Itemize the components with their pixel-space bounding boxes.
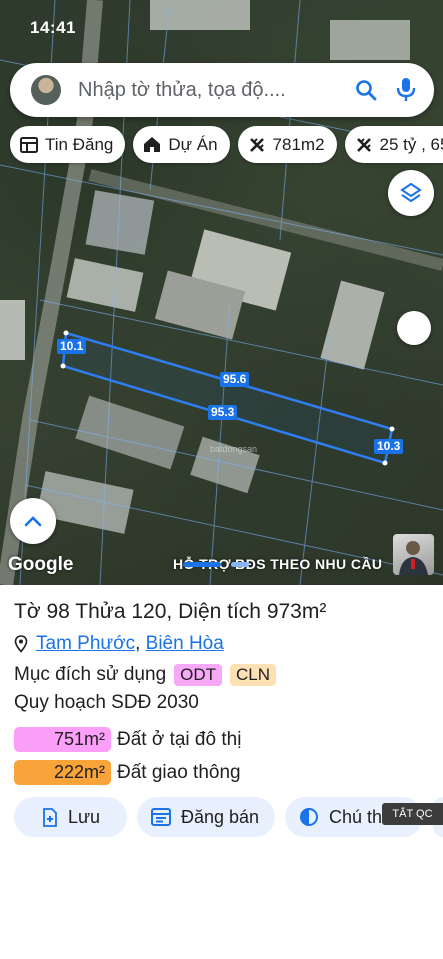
thua-label: Thửa <box>75 600 126 623</box>
chip-tin-dang[interactable]: Tin Đăng <box>10 126 126 163</box>
search-bar[interactable] <box>10 63 434 117</box>
expand-button[interactable] <box>10 498 56 544</box>
satellite-map[interactable]: batdongsan 14:41 Tin Đăng Dự Án 781m2 25… <box>0 0 443 585</box>
avatar[interactable] <box>31 75 61 105</box>
to-value: 98 <box>46 600 70 623</box>
purpose-tag-cln: CLN <box>230 664 277 686</box>
chevron-up-icon <box>24 516 42 527</box>
area-label: Diện tích <box>178 600 261 623</box>
chip-du-an[interactable]: Dự Án <box>133 126 230 163</box>
sheet-handle[interactable] <box>183 562 221 567</box>
sheet-handle-secondary <box>231 562 249 567</box>
contrast-icon <box>300 808 318 826</box>
disable-ads-button[interactable]: TẮT QC <box>382 803 443 825</box>
save-button[interactable]: Lưu <box>14 797 127 837</box>
to-label: Tờ <box>14 600 41 623</box>
edge-length-label: 95.6 <box>220 372 250 387</box>
purpose-label: Mục đích sử dụng <box>14 664 167 685</box>
purpose-tag-odt: ODT <box>174 664 223 686</box>
ward-link[interactable]: Tam Phước <box>36 633 135 655</box>
search-icon[interactable] <box>346 70 386 110</box>
chip-price[interactable]: 25 tỷ , 65 <box>344 126 443 163</box>
post-sale-button[interactable]: Đăng bán <box>137 797 275 837</box>
layers-button[interactable] <box>388 170 434 216</box>
chip-label: Dự Án <box>168 134 218 154</box>
location-pin-icon <box>14 635 28 653</box>
chip-area[interactable]: 781m2 <box>237 126 337 163</box>
listing-icon <box>151 808 171 826</box>
mic-icon[interactable] <box>386 70 426 110</box>
action-buttons: Lưu Đăng bán Chú thích <box>14 797 443 837</box>
location-line: Tam Phước, Biên Hòa <box>14 633 224 655</box>
chip-label: 25 tỷ , 65 <box>379 134 443 154</box>
post-sale-label: Đăng bán <box>181 806 260 827</box>
edge-length-label: 10.3 <box>374 439 404 454</box>
house-icon <box>144 137 161 152</box>
parcel-title: Tờ 98 Thửa 120, Diện tích 973m² <box>14 600 327 623</box>
zone-row: 222m² Đất giao thông <box>14 760 241 785</box>
chip-label: 781m2 <box>272 134 325 154</box>
layers-icon <box>400 182 422 203</box>
area-value: 973m² <box>266 600 327 623</box>
search-input[interactable] <box>78 78 346 102</box>
price-icon <box>356 137 371 152</box>
area-measure-icon <box>249 137 264 152</box>
zone-label: Đất giao thông <box>117 761 241 783</box>
parcel-info-sheet[interactable]: Tờ 98 Thửa 120, Diện tích 973m² Tam Phướ… <box>0 562 443 959</box>
plan-label: Quy hoạch SDĐ 2030 <box>14 692 199 713</box>
google-logo: Google <box>8 554 74 575</box>
chip-label: Tin Đăng <box>45 134 114 154</box>
zone-area-badge: 751m² <box>14 727 111 752</box>
filter-chips: Tin Đăng Dự Án 781m2 25 tỷ , 65 <box>10 126 443 163</box>
status-time: 14:41 <box>30 18 76 37</box>
watermark-text: batdongsan <box>210 444 257 454</box>
agent-avatar[interactable] <box>393 534 434 575</box>
edge-length-label: 95.3 <box>208 405 238 420</box>
save-label: Lưu <box>68 806 101 827</box>
zone-label: Đất ở tại đô thị <box>117 728 242 750</box>
location-dot-icon <box>404 318 424 338</box>
thua-value: 120 <box>131 600 167 623</box>
zone-row: 751m² Đất ở tại đô thị <box>14 727 241 752</box>
newspaper-icon <box>20 136 38 153</box>
zone-area-badge: 222m² <box>14 760 111 785</box>
city-link[interactable]: Biên Hòa <box>146 633 224 655</box>
land-use-purpose: Mục đích sử dụng ODT CLN <box>14 664 277 686</box>
location-button[interactable] <box>397 311 431 345</box>
bookmark-add-icon <box>43 807 57 827</box>
edge-length-label: 10.1 <box>57 339 87 354</box>
